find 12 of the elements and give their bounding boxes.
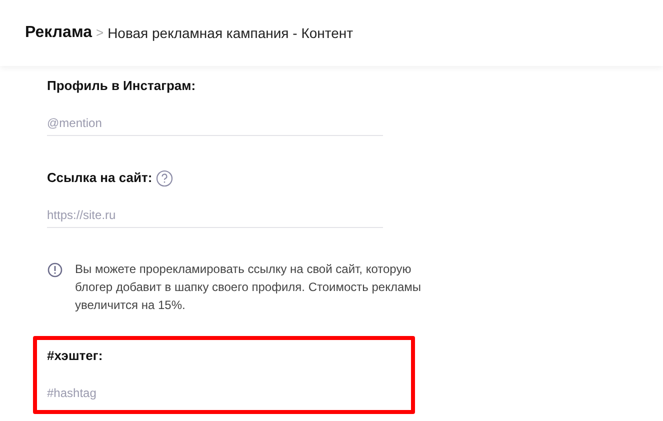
text-field[interactable]: @mention xyxy=(47,110,383,136)
text-field[interactable]: https://site.ru xyxy=(47,202,383,228)
info-icon xyxy=(47,262,63,278)
field-label: Профиль в Инстаграм: xyxy=(47,77,196,96)
breadcrumb-root[interactable]: Реклама xyxy=(25,21,92,45)
text-field[interactable]: #hashtag xyxy=(47,380,383,406)
breadcrumb-separator: > xyxy=(96,24,104,42)
help-icon[interactable] xyxy=(156,170,174,186)
field-label: #хэштег: xyxy=(47,347,103,366)
field-label: Ссылка на сайт: xyxy=(47,169,152,188)
page-title: Новая рекламная кампания - Контент xyxy=(108,24,354,43)
info-note: Вы можете прорекламировать ссылку на свой сайт, которую блогер добавит в шапку своего профиля. Стоимость рекламы увеличится на 15%. xyxy=(75,261,422,314)
